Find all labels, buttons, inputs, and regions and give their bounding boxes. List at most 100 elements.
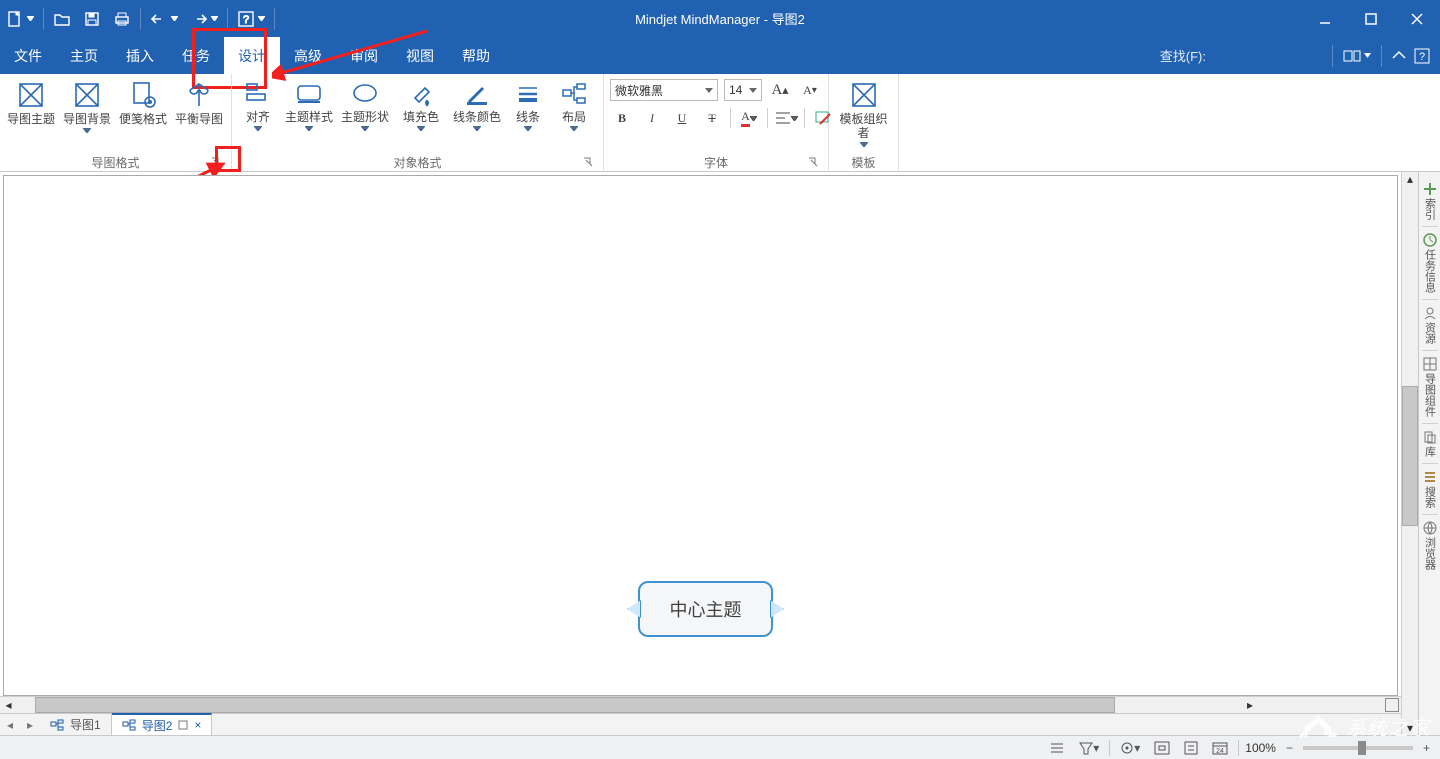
right-dock: 索引 任务信息 资源 导图组件 库 搜索 浏览器 (1418, 172, 1440, 735)
status-target-button[interactable]: ▾ (1116, 741, 1144, 755)
strike-button[interactable]: T (700, 106, 724, 130)
qat-print-button[interactable] (107, 0, 137, 37)
collapse-ribbon-button[interactable] (1388, 50, 1410, 62)
menu-help-button[interactable]: ? (1410, 48, 1434, 64)
tab-task[interactable]: 任务 (168, 37, 224, 74)
ribbon-fill-color-button[interactable]: 填充色 (396, 78, 446, 153)
ribbon-group-object-format: 对齐 主题样式 主题形状 填充色 线条颜色 线条 (232, 74, 604, 171)
scroll-left-button[interactable]: ◂ (0, 698, 17, 712)
dock-resources[interactable]: 资源 (1420, 302, 1440, 348)
font-size-select[interactable]: 14 (724, 79, 762, 101)
ribbon-group-launcher-object-format[interactable] (581, 155, 595, 169)
underline-button[interactable]: U (670, 106, 694, 130)
tab-advanced[interactable]: 高级 (280, 37, 336, 74)
horizontal-scrollbar[interactable]: ◂ ▸ (0, 696, 1401, 713)
grow-font-button[interactable]: A▴ (768, 78, 792, 102)
map-icon (50, 719, 64, 731)
zoom-out-button[interactable]: − (1282, 741, 1297, 755)
map-background-icon (72, 80, 102, 110)
find-label[interactable]: 查找(F): (1160, 46, 1206, 65)
dock-mapparts[interactable]: 导图组件 (1420, 353, 1440, 421)
qat-new-button[interactable] (0, 0, 40, 37)
close-button[interactable] (1394, 0, 1440, 37)
dock-search[interactable]: 搜索 (1420, 466, 1440, 512)
map-theme-icon (16, 80, 46, 110)
vertical-scrollbar[interactable]: ▴ ▾ (1401, 172, 1418, 735)
ribbon-topic-style-button[interactable]: 主题样式 (284, 78, 334, 153)
scroll-right-button[interactable]: ▸ (1242, 698, 1259, 712)
shrink-font-button[interactable]: A▾ (798, 78, 822, 102)
qat-separator (274, 8, 275, 30)
ribbon-notes-format-button[interactable]: 便笺格式 (118, 78, 168, 153)
dock-library[interactable]: 库 (1420, 426, 1440, 461)
menu-separator (1332, 45, 1333, 67)
ribbon-group-label: 字体 (704, 154, 728, 171)
central-topic[interactable]: 中心主题 (638, 581, 773, 637)
tab-file[interactable]: 文件 (0, 37, 56, 74)
tab-insert[interactable]: 插入 (112, 37, 168, 74)
status-fit-button[interactable] (1150, 741, 1174, 755)
topic-style-icon (295, 80, 323, 108)
font-name-select[interactable]: 微软雅黑 (610, 79, 718, 101)
status-bar: ▾ ▾ 24 100% − + (0, 735, 1440, 759)
qat-redo-button[interactable] (184, 0, 224, 37)
font-color-button[interactable]: A (737, 106, 761, 130)
status-filter-funnel-button[interactable]: ▾ (1075, 741, 1103, 755)
ribbon-topic-shape-button[interactable]: 主题形状 (340, 78, 390, 153)
ribbon-align-button[interactable]: 对齐 (238, 78, 278, 153)
menu-right: 查找(F): ? (1160, 37, 1440, 74)
page-control-button[interactable] (1385, 698, 1399, 712)
fill-color-icon (407, 80, 435, 108)
text-align-button[interactable] (774, 106, 798, 130)
document-tab-1[interactable]: 导图1 (40, 714, 112, 735)
tab-window-icon[interactable] (178, 720, 188, 730)
ribbon-line-button[interactable]: 线条 (508, 78, 548, 153)
doctab-prev-button[interactable]: ◂ (0, 714, 20, 735)
h-scroll-thumb[interactable] (35, 697, 1115, 713)
tab-home[interactable]: 主页 (56, 37, 112, 74)
doctab-next-button[interactable]: ▸ (20, 714, 40, 735)
dock-taskinfo[interactable]: 任务信息 (1420, 229, 1440, 297)
tab-view[interactable]: 视图 (392, 37, 448, 74)
tab-close-button[interactable]: × (194, 718, 201, 732)
topic-expand-right[interactable] (770, 600, 784, 618)
ribbon-map-background-button[interactable]: 导图背景 (62, 78, 112, 153)
minimize-button[interactable] (1302, 0, 1348, 37)
scroll-up-button[interactable]: ▴ (1402, 172, 1418, 186)
ribbon-template-organizer-button[interactable]: 模板组织者 (835, 78, 892, 153)
ribbon-group-launcher-map-format[interactable] (209, 155, 223, 169)
tab-review[interactable]: 审阅 (336, 37, 392, 74)
ribbon-layout-button[interactable]: 布局 (554, 78, 594, 153)
v-scroll-thumb[interactable] (1402, 386, 1418, 526)
tab-design[interactable]: 设计 (224, 37, 280, 74)
tab-help[interactable]: 帮助 (448, 37, 504, 74)
template-organizer-icon (849, 80, 879, 110)
qat-save-button[interactable] (77, 0, 107, 37)
ribbon: 导图主题 导图背景 便笺格式 平衡导图 导图格式 (0, 74, 1440, 172)
ribbon-group-launcher-font[interactable] (806, 155, 820, 169)
status-collapse-button[interactable] (1180, 741, 1202, 755)
status-filter-list-button[interactable] (1045, 741, 1069, 755)
maximize-button[interactable] (1348, 0, 1394, 37)
italic-button[interactable]: I (640, 106, 664, 130)
zoom-in-button[interactable]: + (1419, 741, 1434, 755)
topic-expand-left[interactable] (627, 600, 641, 618)
scroll-down-button[interactable]: ▾ (1402, 721, 1418, 735)
zoom-level[interactable]: 100% (1245, 741, 1276, 755)
ribbon-line-color-button[interactable]: 线条颜色 (452, 78, 502, 153)
document-tab-2[interactable]: 导图2 × (112, 713, 213, 735)
dock-index[interactable]: 索引 (1420, 178, 1440, 224)
document-tab-label: 导图1 (70, 716, 101, 733)
qat-undo-button[interactable] (144, 0, 184, 37)
ribbon-layout-button[interactable] (1339, 48, 1375, 64)
svg-text:?: ? (243, 14, 249, 26)
canvas[interactable]: 中心主题 (3, 175, 1398, 696)
ribbon-balance-map-button[interactable]: 平衡导图 (174, 78, 224, 153)
qat-help-button[interactable]: ? (231, 0, 271, 37)
dock-browser[interactable]: 浏览器 (1420, 517, 1440, 574)
qat-open-button[interactable] (47, 0, 77, 37)
status-calendar-button[interactable]: 24 (1208, 741, 1232, 755)
zoom-slider[interactable] (1303, 746, 1413, 750)
ribbon-map-theme-button[interactable]: 导图主题 (6, 78, 56, 153)
bold-button[interactable]: B (610, 106, 634, 130)
